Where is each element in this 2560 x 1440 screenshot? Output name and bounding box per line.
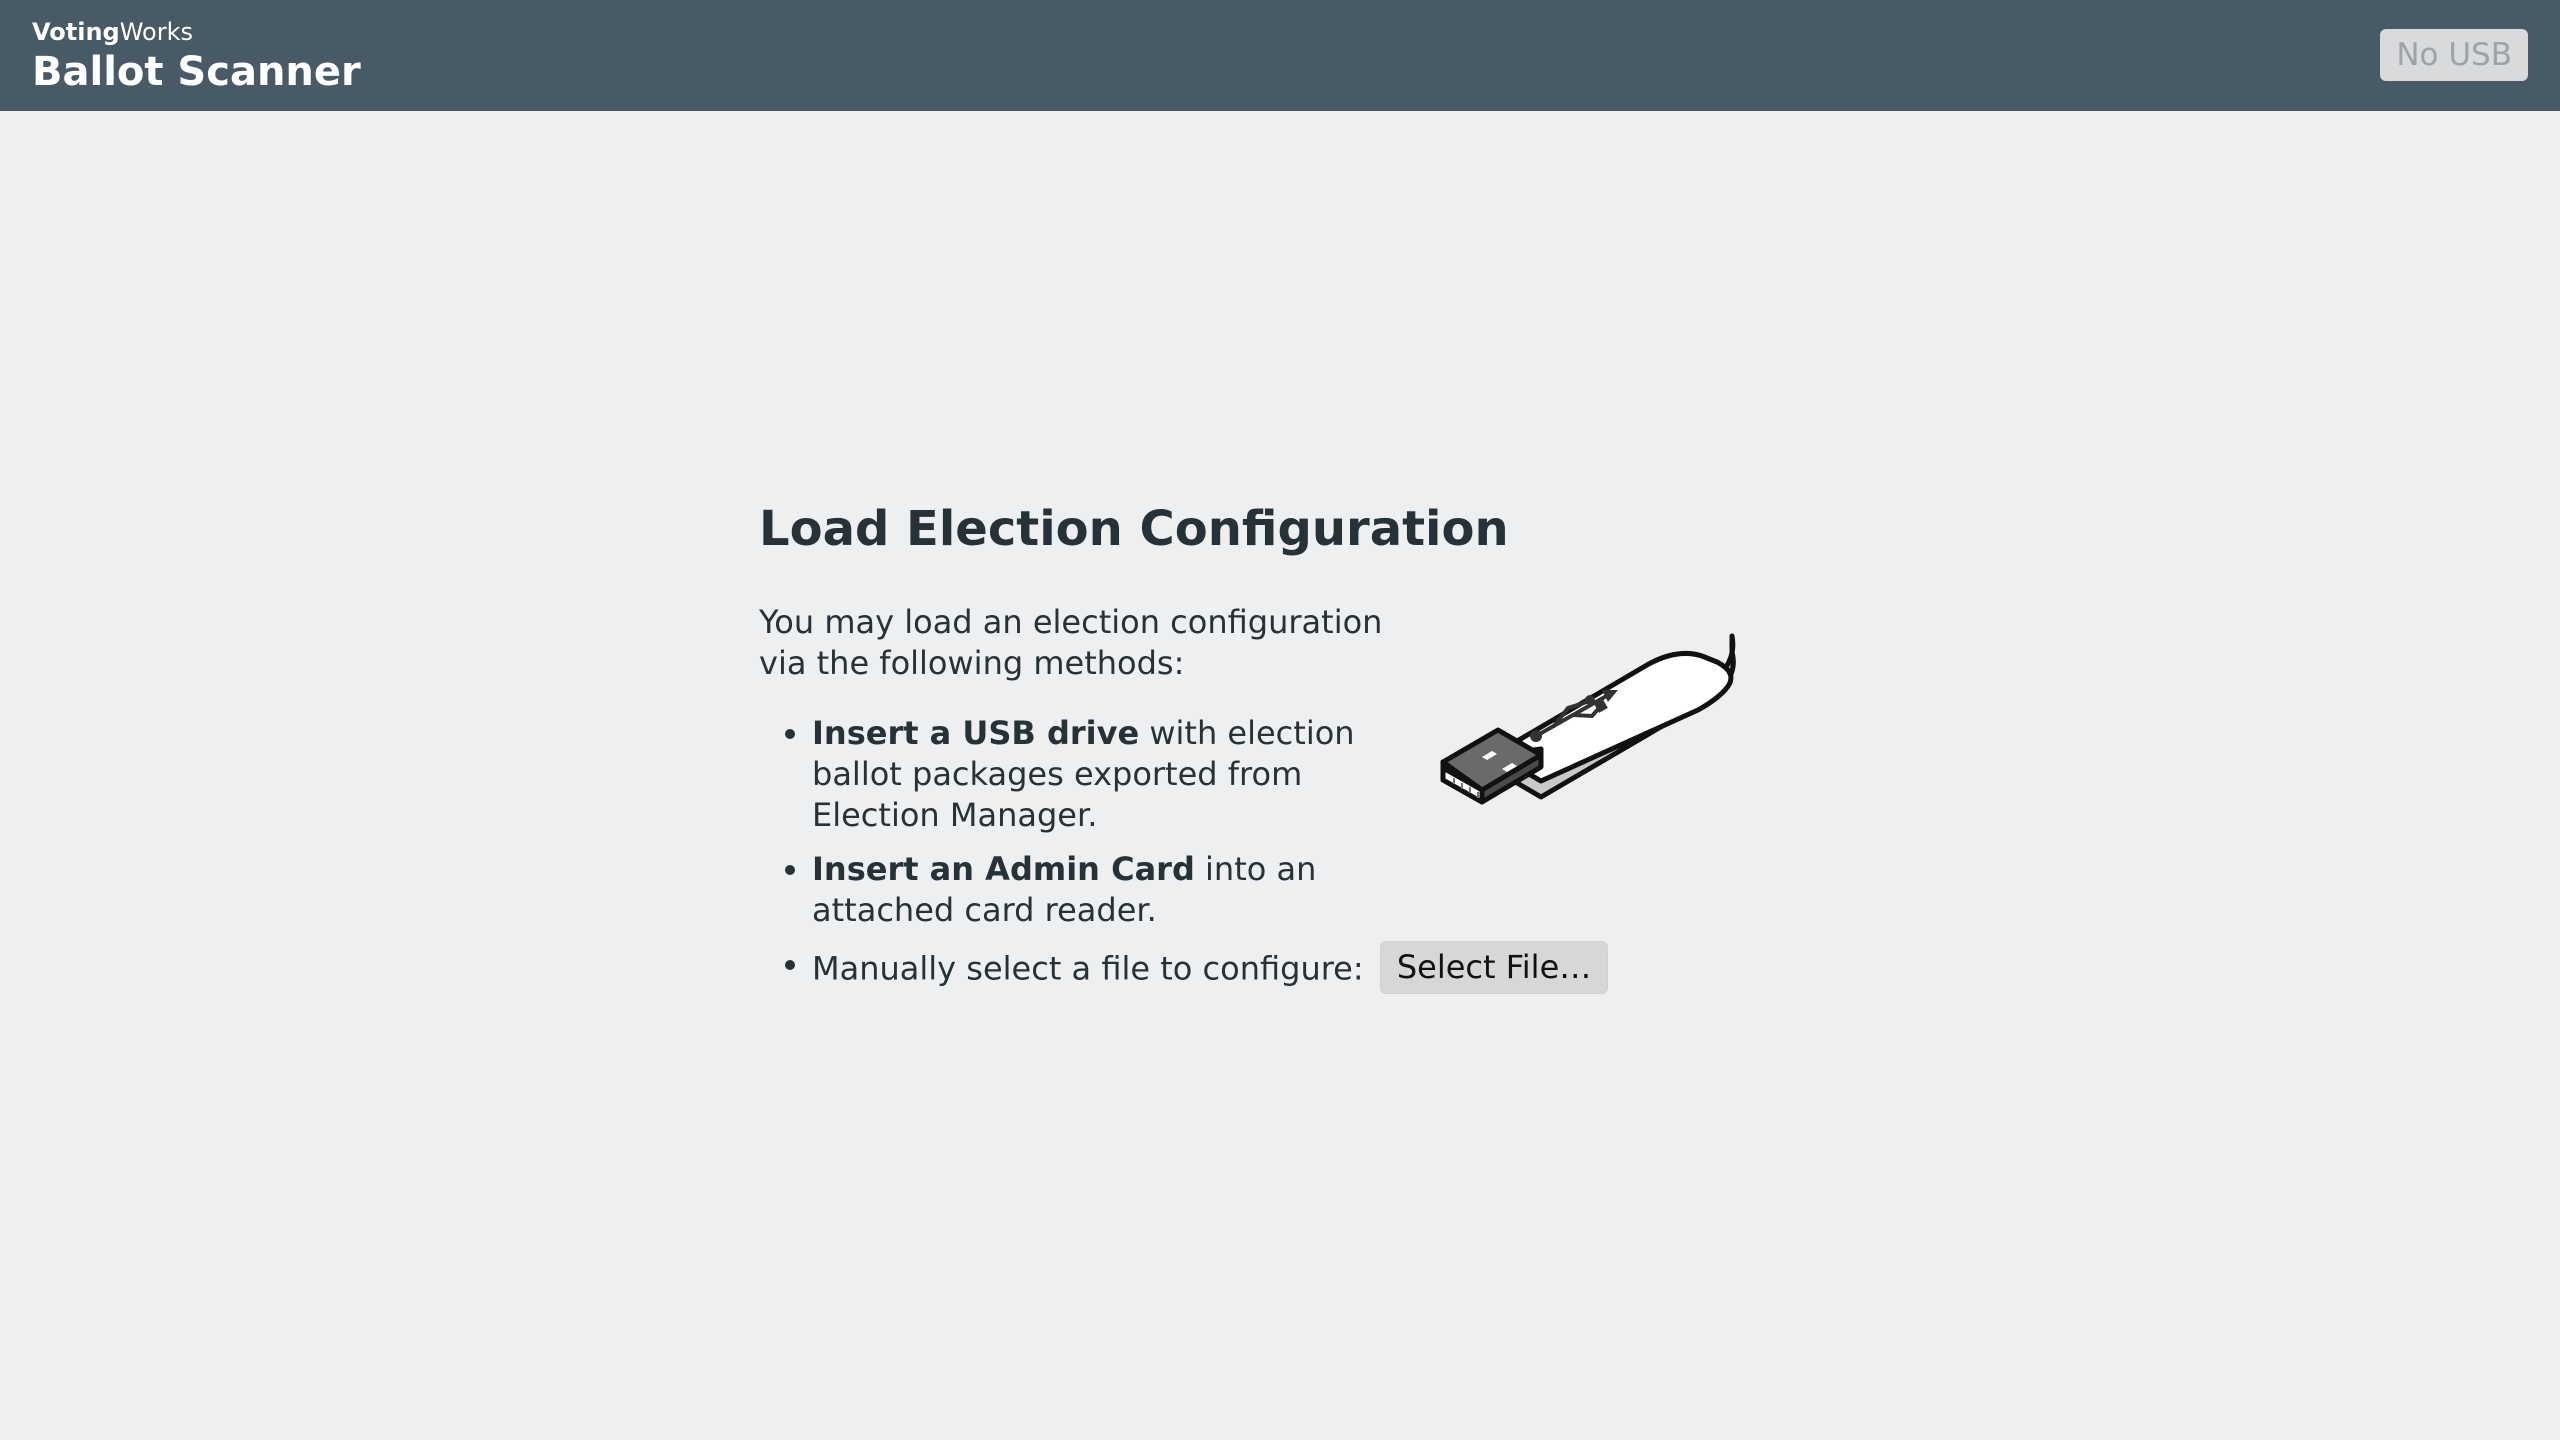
page-title: Load Election Configuration	[759, 501, 1509, 557]
method-manual-text: Manually select a file to configure:	[812, 949, 1364, 988]
instructions: You may load an election configuration v…	[759, 602, 1609, 1010]
select-file-button[interactable]: Select File…	[1379, 941, 1609, 994]
org-name-bold: Voting	[32, 18, 120, 46]
method-admin-card-bold: Insert an Admin Card	[812, 850, 1195, 888]
org-logo-text: VotingWorks	[32, 20, 361, 44]
usb-status-button[interactable]: No USB	[2380, 29, 2528, 81]
brand-block: VotingWorks Ballot Scanner	[32, 20, 361, 92]
method-admin-card: Insert an Admin Card into an attached ca…	[759, 849, 1392, 931]
org-name-light: Works	[119, 18, 193, 46]
methods-list: Insert a USB drive with election ballot …	[759, 713, 1609, 997]
config-panel: Load Election Configuration You may load…	[759, 501, 1759, 994]
app-header: VotingWorks Ballot Scanner No USB	[0, 0, 2560, 111]
method-usb-drive-bold: Insert a USB drive	[812, 714, 1140, 752]
app-title: Ballot Scanner	[32, 49, 361, 95]
method-manual-select: Manually select a file to configure: Sel…	[759, 941, 1612, 997]
main-content: Load Election Configuration You may load…	[0, 111, 2560, 1440]
method-usb-drive: Insert a USB drive with election ballot …	[759, 713, 1392, 836]
intro-text: You may load an election configuration v…	[759, 603, 1383, 682]
usb-drive-icon	[1440, 633, 1736, 805]
